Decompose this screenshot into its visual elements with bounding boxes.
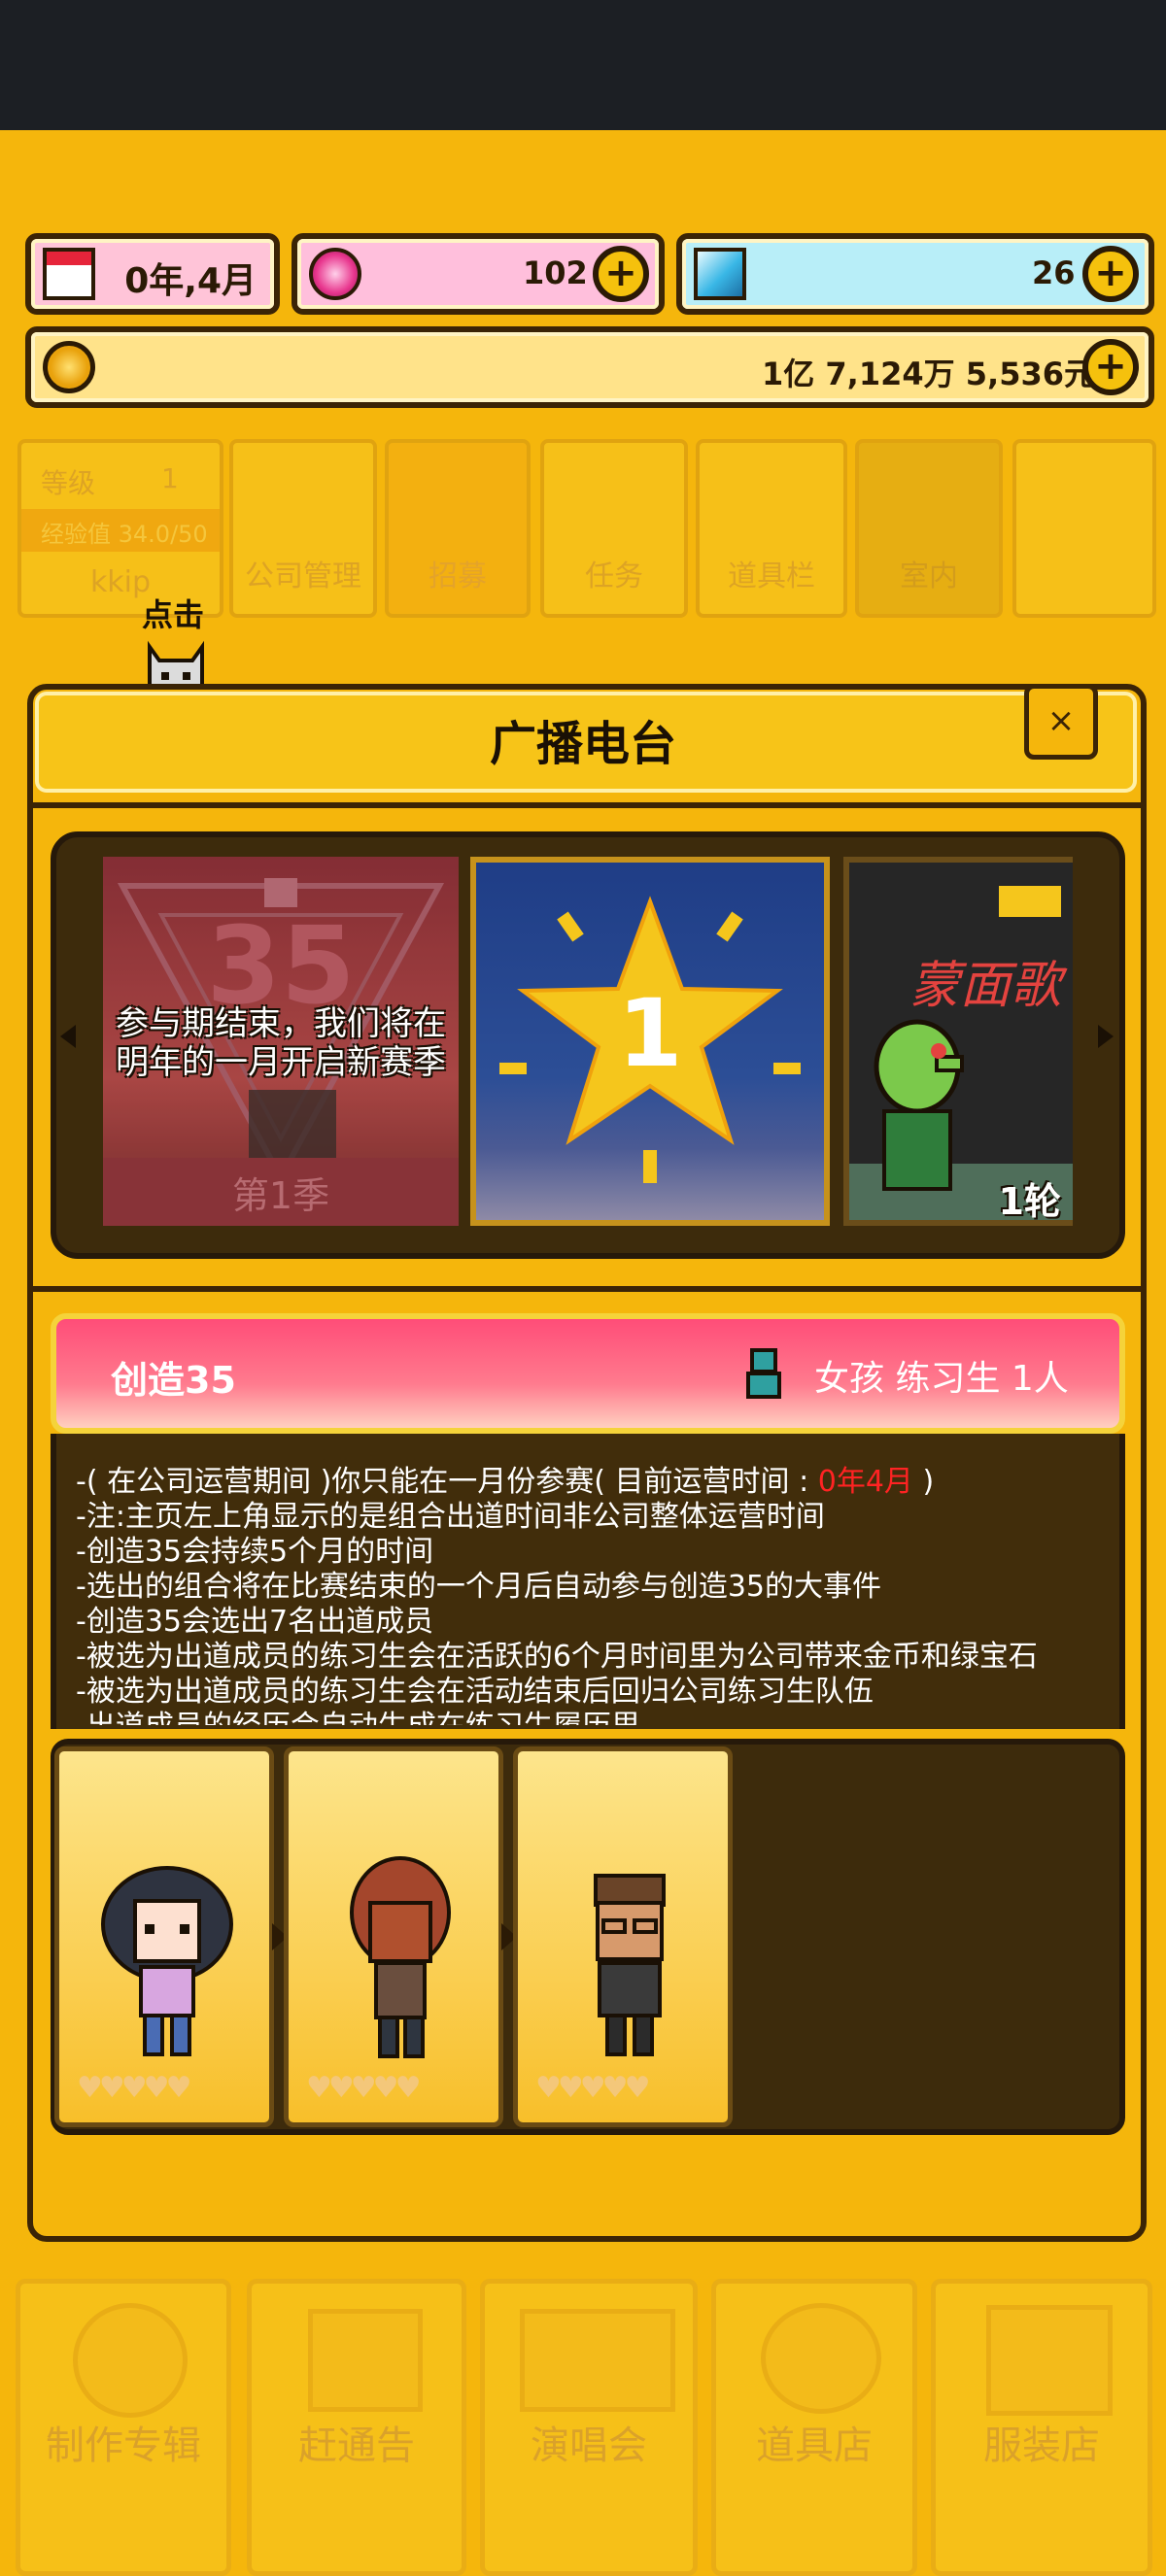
close-icon: × <box>1046 701 1076 740</box>
carousel-prev-arrow[interactable] <box>60 1025 76 1048</box>
star-number: 1 <box>617 979 683 1088</box>
panel-title: 广播电台 <box>489 717 676 771</box>
rating-hearts: ♥♥♥♥♥ <box>306 2071 422 2105</box>
season-ended-message: 参与期结束，我们将在 明年的一月开启新赛季 <box>116 1004 446 1082</box>
blue-diamond-icon <box>694 248 746 300</box>
tab-label: 道具栏 <box>728 559 815 593</box>
tab-interior[interactable]: 室内 <box>855 439 1003 618</box>
schedule-button[interactable]: 赶通告 <box>247 2279 466 2576</box>
coin-icon <box>43 341 95 393</box>
trainee-icon <box>746 1348 781 1399</box>
item-shop-button[interactable]: 道具店 <box>711 2279 917 2576</box>
divider <box>27 802 1147 808</box>
pink-gem-icon <box>309 248 361 300</box>
level-label: 等级 <box>41 467 96 499</box>
calendar-icon <box>43 248 95 300</box>
star-card[interactable]: 1 <box>470 857 830 1226</box>
rating-hearts: ♥♥♥♥♥ <box>77 2071 192 2105</box>
tab-missions[interactable]: 任务 <box>540 439 688 618</box>
money-value: 1亿 7,124万 5,536元 <box>762 356 1095 392</box>
tab-label: 任务 <box>585 559 643 593</box>
add-money-button[interactable]: + <box>1082 339 1139 395</box>
diamond-counter: 26 + <box>676 233 1154 315</box>
masked-singer-card[interactable]: 蒙面歌 1轮 <box>843 857 1073 1226</box>
add-diamonds-button[interactable]: + <box>1082 246 1139 302</box>
tab-label: 招募 <box>429 559 487 593</box>
tab-label: 公司管理 <box>245 559 361 593</box>
carousel-next-arrow[interactable] <box>1098 1025 1114 1048</box>
make-album-button[interactable]: 制作专辑 <box>16 2279 231 2576</box>
round-label: 1轮 <box>998 1180 1061 1223</box>
mail-button[interactable] <box>1012 439 1156 618</box>
close-button[interactable]: × <box>1024 684 1098 760</box>
member-card[interactable]: ♥♥♥♥♥ <box>513 1746 733 2127</box>
event-title: 创造35 <box>111 1359 236 1402</box>
button-label: 赶通告 <box>298 2423 415 2468</box>
money-counter: 1亿 7,124万 5,536元 + <box>25 326 1154 408</box>
status-bar <box>0 0 1166 130</box>
season-label: 第1季 <box>231 1174 330 1217</box>
masked-singer-title: 蒙面歌 <box>909 957 1062 1015</box>
date-display: 0年,4月 <box>25 233 280 315</box>
crown-icon <box>999 886 1061 917</box>
diamond-value: 26 <box>1032 254 1076 291</box>
clothing-shop-button[interactable]: 服装店 <box>931 2279 1152 2576</box>
gem-value: 102 <box>523 254 588 291</box>
tab-company-management[interactable]: 公司管理 <box>229 439 377 618</box>
tab-label: 室内 <box>900 559 958 593</box>
album-icon <box>73 2303 188 2418</box>
stage-icon <box>520 2309 675 2412</box>
tap-hint-label: 点击 <box>142 596 205 633</box>
description-line: -出道成员的经历会自动生成在练习生履历里 <box>76 1702 640 1725</box>
divider <box>27 1286 1147 1292</box>
calendar-icon <box>308 2309 423 2412</box>
member-card[interactable]: ♥♥♥♥♥ <box>54 1746 274 2127</box>
level-value: 1 <box>161 462 179 494</box>
exp-label: 经验值 34.0/50 <box>41 521 208 548</box>
button-label: 道具店 <box>756 2423 873 2468</box>
gem-counter: 102 + <box>292 233 665 315</box>
button-label: 演唱会 <box>531 2423 647 2468</box>
tab-inventory[interactable]: 道具栏 <box>696 439 847 618</box>
description-clip: -出道成员的经历会自动生成在练习生履历里 <box>56 1702 1119 1725</box>
rating-hearts: ♥♥♥♥♥ <box>535 2071 651 2105</box>
clothing-icon <box>986 2305 1113 2416</box>
button-label: 服装店 <box>983 2423 1100 2468</box>
concert-button[interactable]: 演唱会 <box>480 2279 698 2576</box>
date-value: 0年,4月 <box>124 261 257 301</box>
add-gems-button[interactable]: + <box>593 246 649 302</box>
shop-icon <box>761 2303 881 2414</box>
recruit-requirement: 女孩 练习生 1人 <box>814 1359 1069 1399</box>
button-label: 制作专辑 <box>46 2423 201 2468</box>
tab-recruit[interactable]: 招募 <box>385 439 531 618</box>
member-card[interactable]: ♥♥♥♥♥ <box>284 1746 503 2127</box>
